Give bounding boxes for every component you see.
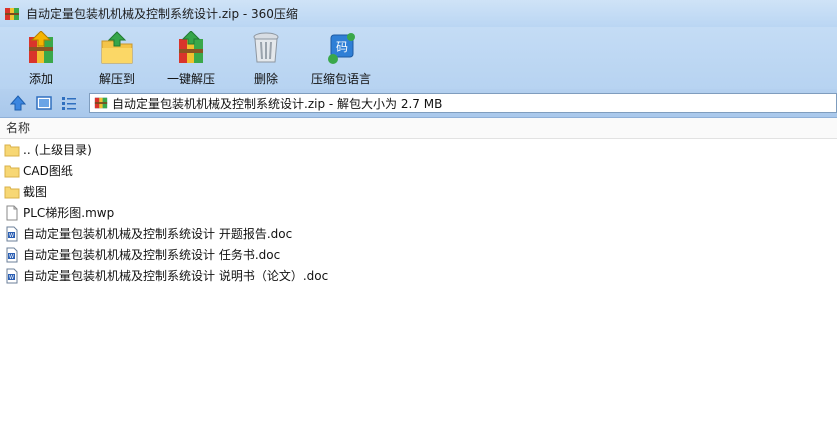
title-bar: 自动定量包装机机械及控制系统设计.zip - 360压缩 — [0, 0, 837, 27]
column-header-name[interactable]: 名称 — [0, 118, 837, 139]
extract-to-button[interactable]: 解压到 — [79, 29, 155, 87]
trash-icon — [253, 32, 279, 63]
one-click-extract-button[interactable]: 一键解压 — [153, 29, 229, 87]
file-list: 名称 .. (上级目录) CAD图纸 截图 PLC梯形图.mwp W 自动定量包… — [0, 118, 837, 440]
folder-icon — [4, 184, 20, 200]
item-name: 自动定量包装机机械及控制系统设计 任务书.doc — [23, 248, 281, 262]
svg-text:W: W — [9, 233, 14, 239]
list-item[interactable]: .. (上级目录) — [0, 139, 837, 160]
item-name: .. (上级目录) — [23, 143, 92, 157]
add-button[interactable]: 添加 — [3, 29, 79, 87]
item-name: 自动定量包装机机械及控制系统设计 开题报告.doc — [23, 227, 293, 241]
window-title: 自动定量包装机机械及控制系统设计.zip - 360压缩 — [26, 7, 298, 21]
item-name: 截图 — [23, 185, 48, 199]
extract-to-icon — [101, 31, 133, 64]
encoding-icon: 码 — [328, 33, 355, 64]
toolbar: 添加 解压到 一键解压 删除 码 压缩包语言 — [0, 27, 837, 89]
list-item[interactable]: PLC梯形图.mwp — [0, 202, 837, 223]
svg-text:W: W — [9, 275, 14, 281]
word-doc-icon: W — [4, 247, 20, 263]
extract-to-label: 解压到 — [98, 72, 135, 86]
list-view-icon[interactable] — [60, 94, 78, 112]
item-name: 自动定量包装机机械及控制系统设计 说明书（论文）.doc — [23, 269, 329, 283]
list-item[interactable]: W 自动定量包装机机械及控制系统设计 开题报告.doc — [0, 223, 837, 244]
list-item[interactable]: 截图 — [0, 181, 837, 202]
up-arrow-icon[interactable] — [9, 94, 27, 112]
list-item[interactable]: W 自动定量包装机机械及控制系统设计 任务书.doc — [0, 244, 837, 265]
address-path: 自动定量包装机机械及控制系统设计.zip - 解包大小为 2.7 MB — [112, 96, 443, 111]
file-icon — [4, 205, 20, 221]
zip-archive-icon — [4, 6, 20, 22]
one-click-extract-label: 一键解压 — [166, 72, 215, 86]
word-doc-icon: W — [4, 268, 20, 284]
list-item[interactable]: W 自动定量包装机机械及控制系统设计 说明书（论文）.doc — [0, 265, 837, 286]
folder-icon — [4, 163, 20, 179]
add-icon — [29, 31, 53, 63]
list-item[interactable]: CAD图纸 — [0, 160, 837, 181]
archive-language-button[interactable]: 码 压缩包语言 — [303, 29, 379, 87]
thumbnail-view-icon[interactable] — [35, 94, 53, 112]
item-name: PLC梯形图.mwp — [23, 206, 115, 220]
archive-language-label: 压缩包语言 — [310, 72, 371, 86]
delete-button[interactable]: 删除 — [228, 29, 304, 87]
svg-text:W: W — [9, 254, 14, 260]
word-doc-icon: W — [4, 226, 20, 242]
app-window: 自动定量包装机机械及控制系统设计.zip - 360压缩 添加 解压到 一键解压… — [0, 0, 837, 440]
svg-text:码: 码 — [336, 40, 348, 54]
delete-label: 删除 — [253, 72, 278, 86]
one-click-extract-icon — [179, 31, 203, 63]
address-bar: 自动定量包装机机械及控制系统设计.zip - 解包大小为 2.7 MB — [0, 89, 837, 118]
address-field[interactable]: 自动定量包装机机械及控制系统设计.zip - 解包大小为 2.7 MB — [89, 93, 837, 113]
add-label: 添加 — [28, 72, 53, 86]
item-name: CAD图纸 — [23, 164, 73, 178]
folder-icon — [4, 142, 20, 158]
zip-archive-icon — [94, 96, 108, 110]
